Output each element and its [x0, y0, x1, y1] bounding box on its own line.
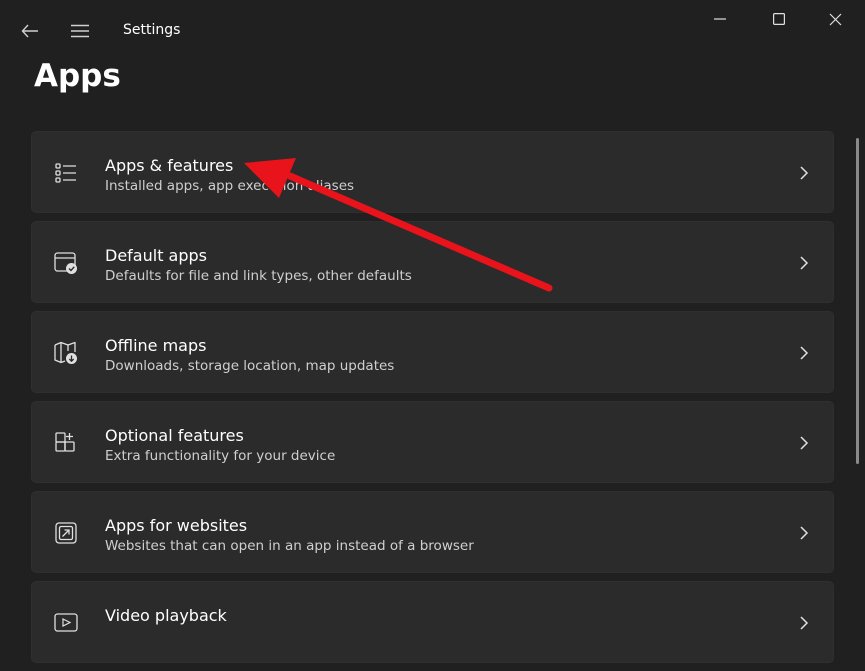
back-button[interactable]	[14, 16, 46, 46]
chevron-right-icon	[800, 256, 809, 270]
settings-item-optional-features[interactable]: Optional features Extra functionality fo…	[31, 401, 834, 483]
close-icon	[829, 13, 841, 25]
chevron-right-icon	[800, 166, 809, 180]
settings-item-description: Defaults for file and link types, other …	[105, 268, 412, 284]
title-bar: Settings	[0, 0, 865, 60]
settings-item-description: Websites that can open in an app instead…	[105, 538, 474, 554]
settings-item-apps-for-websites[interactable]: Apps for websites Websites that can open…	[31, 491, 834, 573]
open-in-app-icon	[55, 522, 77, 544]
maximize-icon	[773, 13, 785, 25]
chevron-right-icon	[800, 526, 809, 540]
chevron-right-icon	[800, 436, 809, 450]
settings-item-title: Default apps	[105, 246, 207, 265]
settings-item-video-playback[interactable]: Video playback	[31, 581, 834, 663]
apps-list-icon	[55, 163, 76, 183]
chevron-right-icon	[800, 346, 809, 360]
settings-item-offline-maps[interactable]: Offline maps Downloads, storage location…	[31, 311, 834, 393]
settings-item-description: Downloads, storage location, map updates	[105, 358, 395, 374]
minimize-button[interactable]	[697, 4, 743, 34]
settings-item-title: Optional features	[105, 426, 244, 445]
settings-item-description: Extra functionality for your device	[105, 448, 336, 464]
optional-features-icon	[55, 432, 75, 452]
chevron-right-icon	[800, 616, 809, 630]
settings-item-default-apps[interactable]: Default apps Defaults for file and link …	[31, 221, 834, 303]
video-playback-icon	[54, 613, 78, 632]
settings-list: Apps & features Installed apps, app exec…	[31, 131, 834, 671]
window-title: Settings	[123, 22, 181, 38]
close-button[interactable]	[812, 4, 858, 34]
settings-item-title: Apps for websites	[105, 516, 248, 535]
settings-item-apps-features[interactable]: Apps & features Installed apps, app exec…	[31, 131, 834, 213]
vertical-scrollbar[interactable]	[856, 138, 859, 464]
page-title: Apps	[34, 58, 121, 94]
navigation-menu-button[interactable]	[64, 16, 96, 46]
settings-item-title: Apps & features	[105, 156, 234, 175]
back-arrow-icon	[21, 24, 38, 38]
settings-item-title: Offline maps	[105, 336, 207, 355]
maximize-button[interactable]	[756, 4, 802, 34]
hamburger-menu-icon	[71, 24, 89, 38]
map-download-icon	[54, 341, 77, 364]
settings-item-description: Installed apps, app execution aliases	[105, 178, 355, 194]
minimize-icon	[714, 18, 726, 20]
default-apps-icon	[54, 252, 77, 274]
